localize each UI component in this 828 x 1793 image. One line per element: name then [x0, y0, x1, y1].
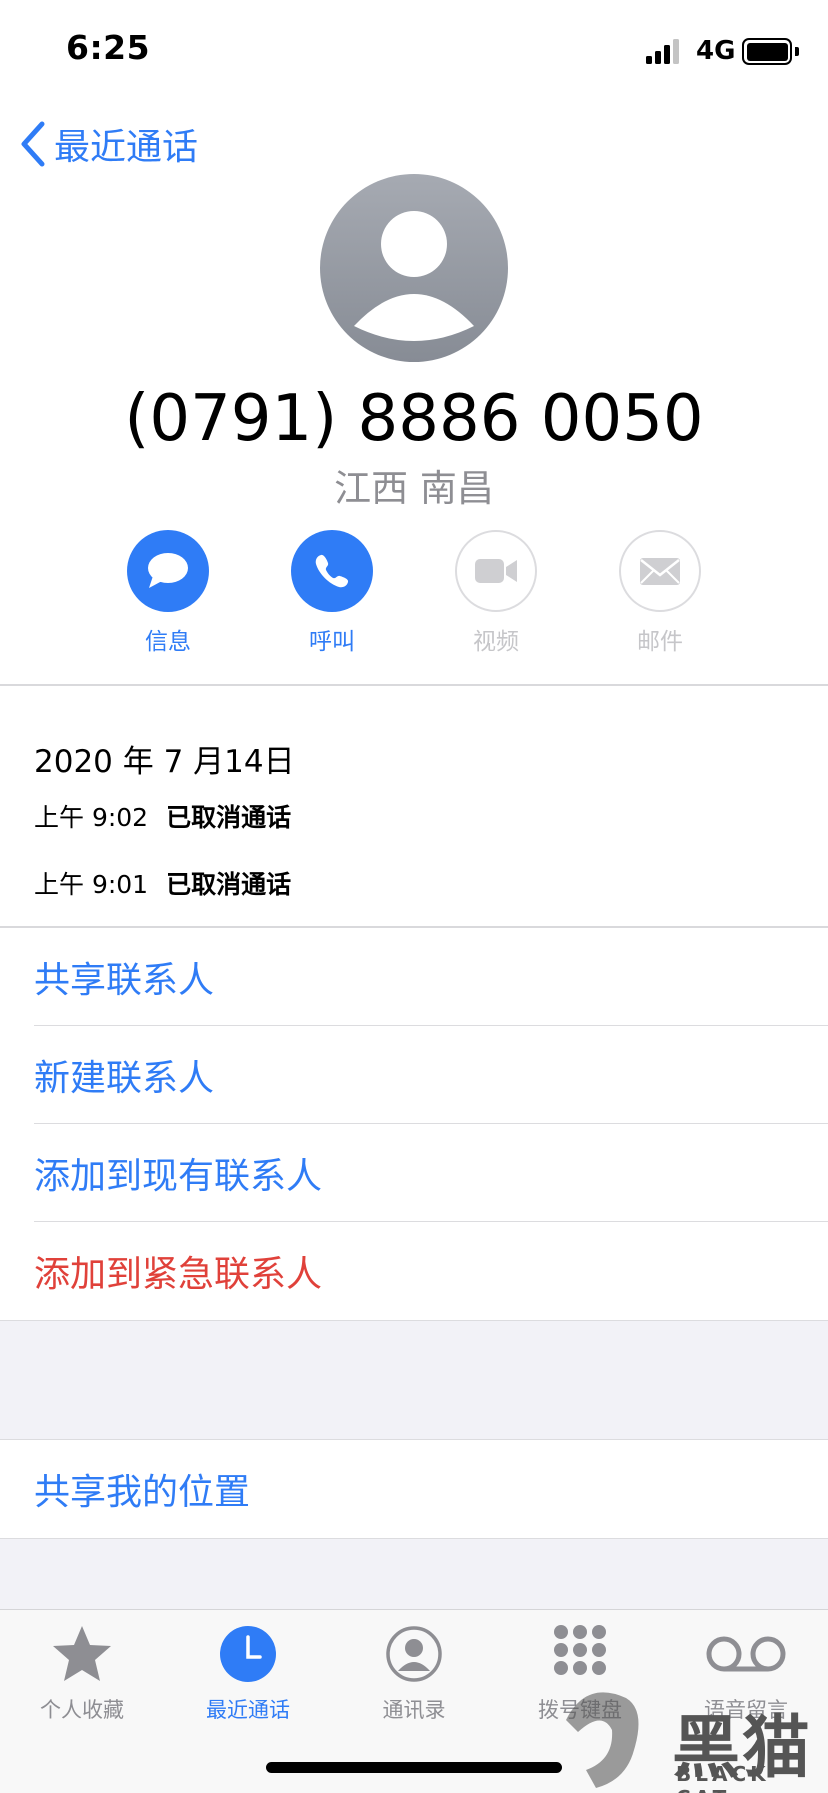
back-button[interactable]: 最近通话	[18, 118, 198, 170]
tab-label: 个人收藏	[40, 1698, 124, 1722]
network-type: 4G	[696, 36, 736, 66]
share-contact-option[interactable]: 共享联系人	[0, 928, 828, 1026]
star-icon	[53, 1626, 111, 1681]
message-action-circle[interactable]	[127, 530, 209, 612]
message-action[interactable]: 信息	[126, 530, 210, 656]
call-action-label: 呼叫	[309, 629, 355, 655]
call-action-circle[interactable]	[291, 530, 373, 612]
section-divider	[0, 684, 828, 686]
new-contact-option[interactable]: 新建联系人	[0, 1026, 828, 1124]
back-label: 最近通话	[54, 127, 199, 168]
phone-icon	[315, 554, 349, 588]
call-history-entry: 上午 9:01 已取消通话	[34, 865, 291, 901]
chevron-left-icon	[21, 121, 45, 167]
video-action-circle[interactable]	[455, 530, 537, 612]
home-indicator[interactable]	[266, 1762, 562, 1773]
phone-number: (0791) 8886 0050	[124, 382, 704, 456]
mail-action[interactable]: 邮件	[618, 530, 702, 656]
call-history-entry: 上午 9:02 已取消通话	[34, 798, 291, 834]
tab-recents[interactable]: 最近通话	[166, 1622, 330, 1724]
battery-cap	[795, 47, 799, 56]
add-to-existing-contact-option[interactable]: 添加到现有联系人	[0, 1124, 828, 1222]
message-icon	[148, 553, 188, 588]
mail-icon	[640, 558, 680, 585]
tab-contacts[interactable]: 通讯录	[332, 1622, 496, 1724]
message-action-label: 信息	[145, 629, 191, 655]
add-to-emergency-contact-option[interactable]: 添加到紧急联系人	[0, 1222, 828, 1320]
signal-strength-icon	[646, 38, 686, 64]
watermark-subtext: BLACK CAT	[676, 1762, 770, 1793]
phone-location: 江西 南昌	[334, 467, 494, 510]
group-spacer	[0, 1538, 828, 1610]
call-time: 上午 9:02	[34, 803, 149, 832]
mail-action-label: 邮件	[637, 629, 683, 655]
status-bar: 6:25 4G	[0, 0, 828, 100]
battery-icon	[742, 38, 792, 65]
tab-favorites[interactable]: 个人收藏	[0, 1622, 164, 1724]
tab-label: 最近通话	[206, 1698, 290, 1722]
contacts-icon	[386, 1626, 442, 1682]
status-time: 6:25	[66, 28, 151, 67]
tab-label: 通讯录	[382, 1698, 446, 1722]
call-history-date: 2020 年 7 月14日	[34, 744, 295, 780]
clock-icon	[220, 1626, 276, 1682]
call-time: 上午 9:01	[34, 870, 149, 899]
video-action-label: 视频	[473, 629, 519, 655]
contact-avatar	[320, 174, 508, 362]
video-action[interactable]: 视频	[454, 530, 538, 656]
video-icon	[475, 559, 517, 583]
keypad-icon	[554, 1625, 606, 1675]
group-spacer	[0, 1320, 828, 1440]
call-status: 已取消通话	[166, 803, 292, 832]
call-status: 已取消通话	[166, 870, 292, 899]
person-silhouette-icon	[354, 211, 474, 341]
call-action[interactable]: 呼叫	[290, 530, 374, 656]
mail-action-circle[interactable]	[619, 530, 701, 612]
share-location-option[interactable]: 共享我的位置	[0, 1440, 828, 1538]
voicemail-icon	[706, 1636, 786, 1672]
